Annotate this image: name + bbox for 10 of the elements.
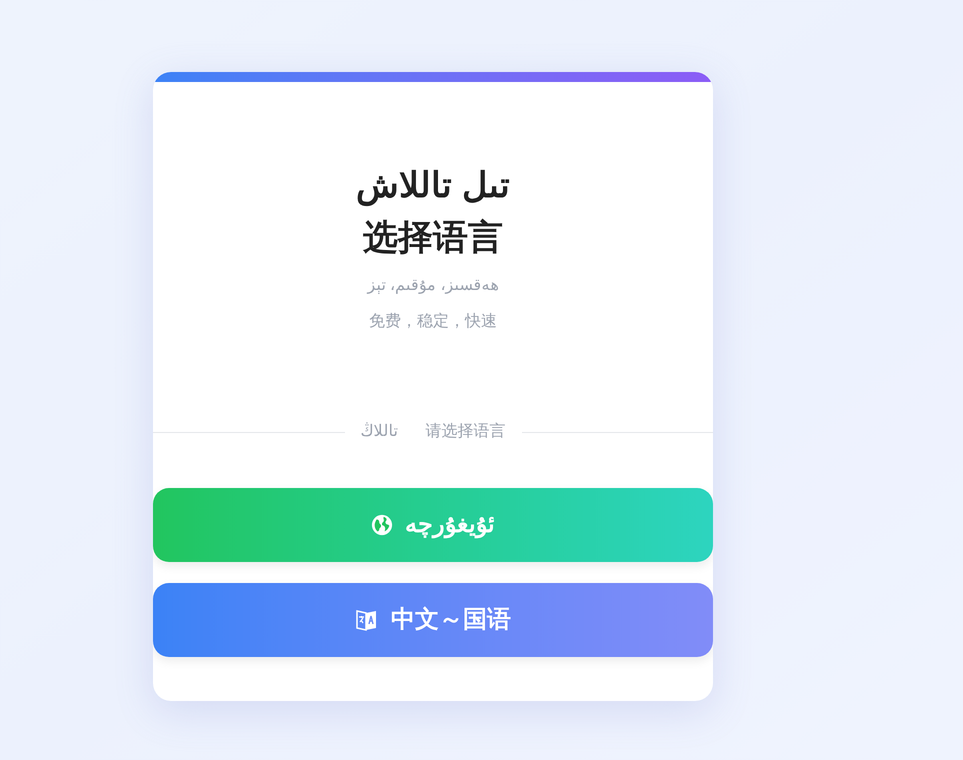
globe-icon	[371, 514, 393, 536]
divider-label: تاللاڭ	[360, 421, 398, 442]
divider-label: 请选择语言	[426, 422, 506, 442]
page-title: 选择语言	[363, 217, 503, 259]
language-button[interactable]: 中文～国语	[153, 583, 713, 657]
tagline: 免费，稳定，快速	[369, 312, 497, 332]
language-button[interactable]: ئۇيغۇرچە	[153, 488, 713, 562]
translate-icon	[355, 607, 379, 633]
tagline: ھەقسىز، مۇقىم، تېز	[368, 276, 498, 296]
page-title: تىل تاللاش	[356, 165, 510, 208]
